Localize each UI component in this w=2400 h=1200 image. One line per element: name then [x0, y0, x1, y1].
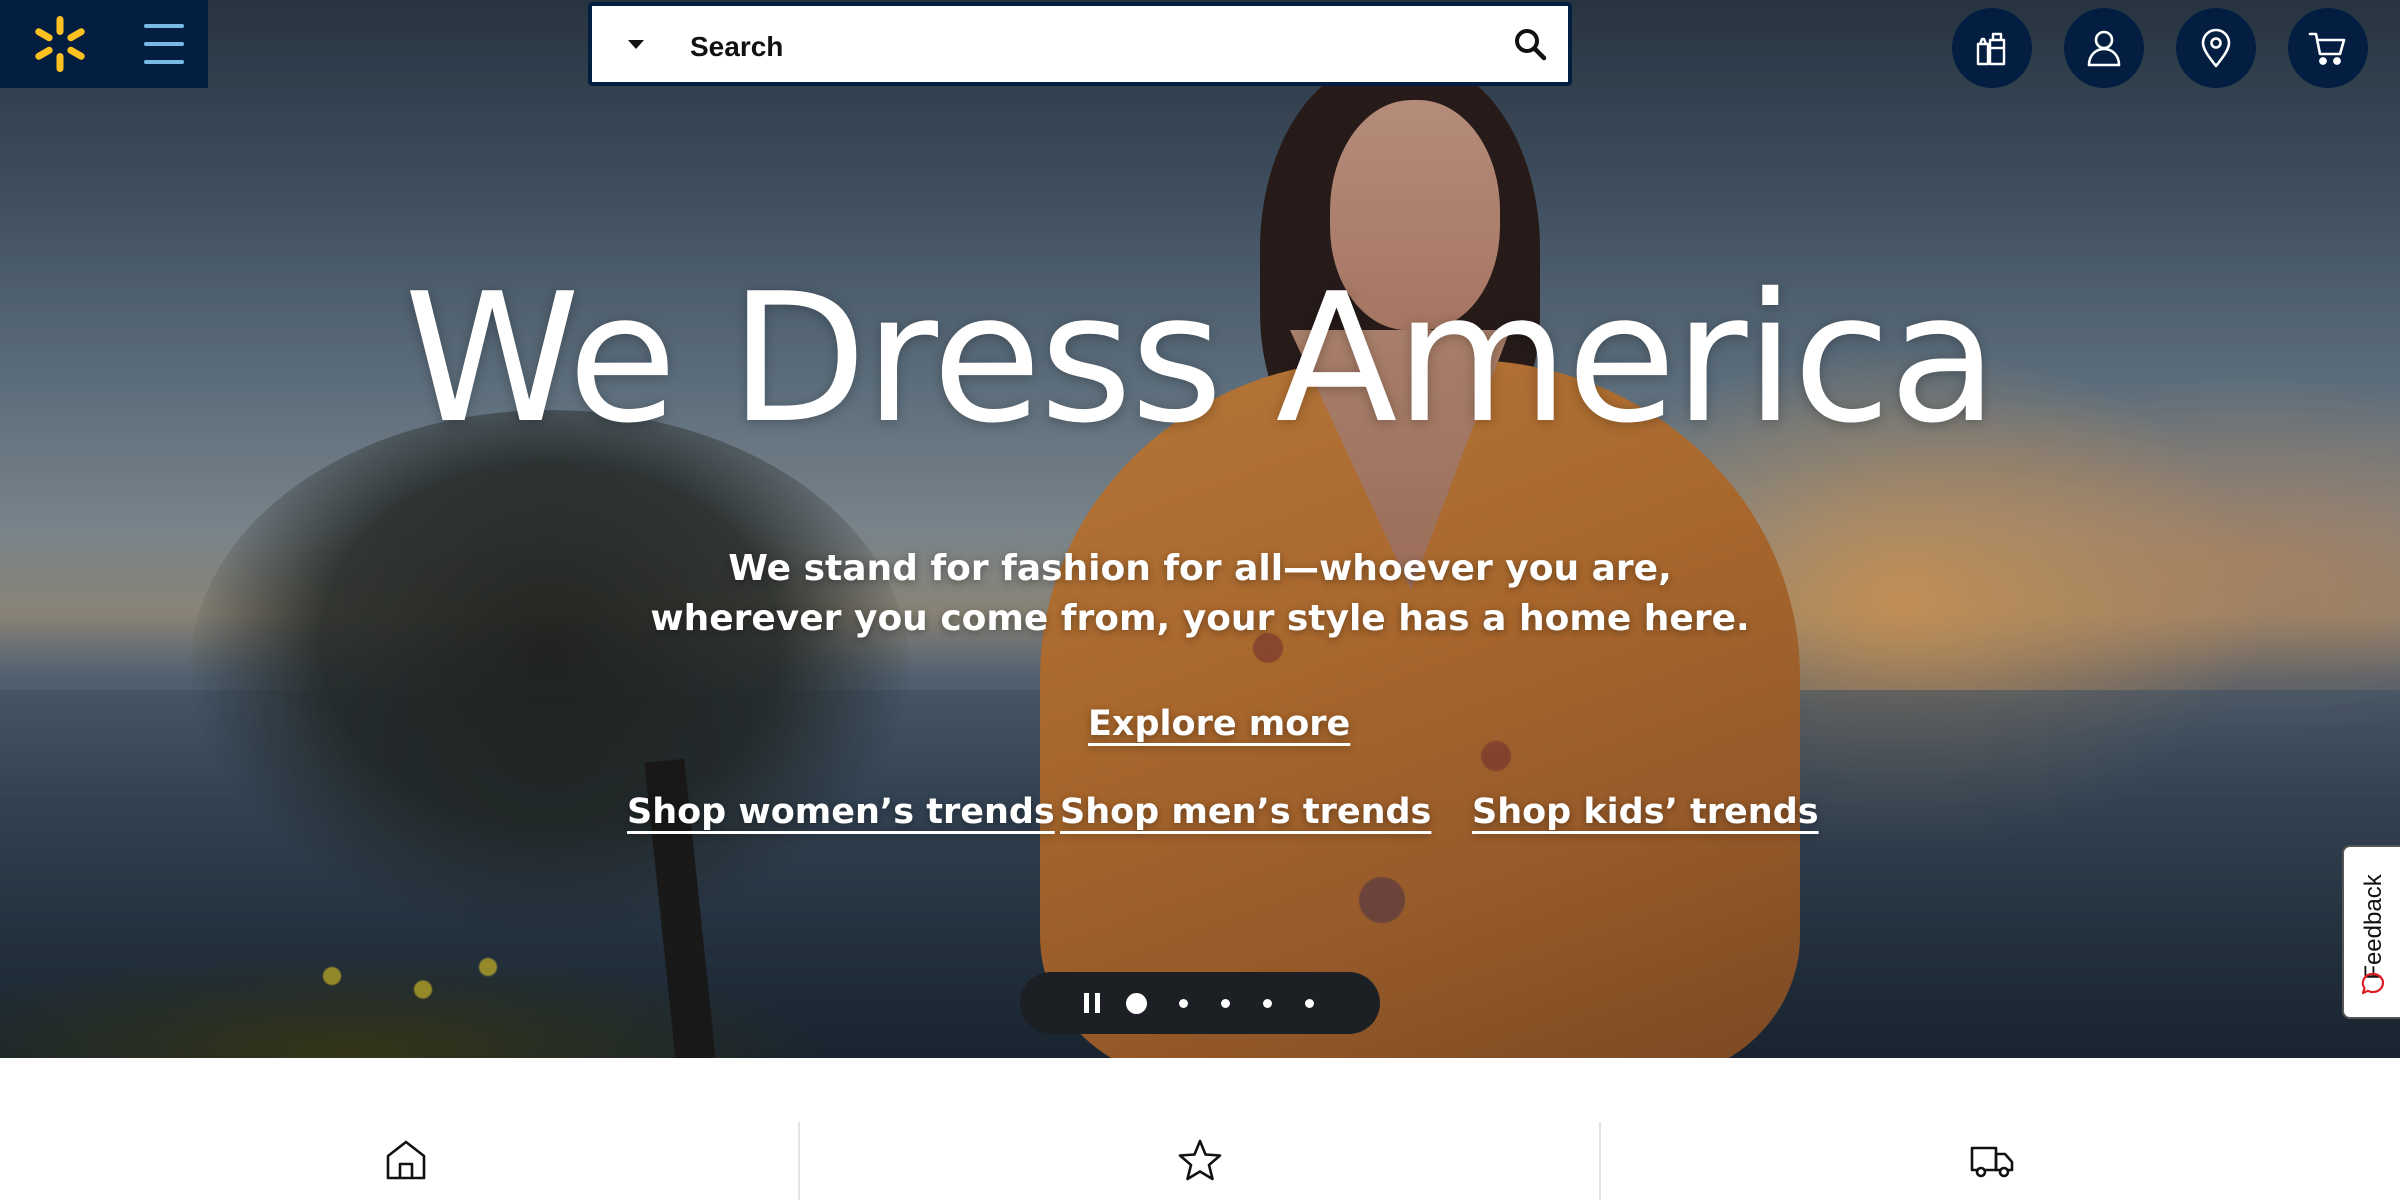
strip-divider: [798, 1122, 800, 1200]
chat-bubble-icon: [2360, 971, 2386, 997]
feedback-tab[interactable]: Feedback: [2342, 845, 2400, 1019]
hero-overlay: [0, 0, 2400, 1058]
spark-icon[interactable]: [30, 14, 90, 74]
person-icon: [2087, 30, 2121, 67]
pause-icon[interactable]: [1084, 993, 1100, 1013]
cart-button[interactable]: [2288, 8, 2368, 88]
carousel-dot-5[interactable]: [1305, 999, 1314, 1008]
carousel-dot-2[interactable]: [1179, 999, 1188, 1008]
hero-headline: We Dress America: [404, 255, 1998, 462]
carousel-dot-3[interactable]: [1221, 999, 1230, 1008]
location-pin-icon: [2201, 28, 2231, 68]
shop-kids-trends-link[interactable]: Shop kids’ trends: [1472, 792, 1819, 832]
carousel-controls: [1020, 972, 1380, 1034]
cart-icon: [2308, 32, 2346, 65]
search-bar: [588, 2, 1572, 86]
reorder-icon: [1976, 32, 2006, 66]
search-icon[interactable]: [1512, 26, 1548, 62]
star-icon[interactable]: [1176, 1136, 1224, 1184]
caret-down-icon[interactable]: [622, 30, 652, 60]
hero-subtitle-line-2: wherever you come from, your style has a…: [650, 598, 1750, 639]
store-icon[interactable]: [382, 1136, 430, 1184]
shop-womens-trends-link[interactable]: Shop women’s trends: [627, 792, 1055, 832]
hero-subtitle-line-1: We stand for fashion for all—whoever you…: [728, 548, 1672, 589]
reorder-button[interactable]: [1952, 8, 2032, 88]
hero-banner: [0, 0, 2400, 1058]
carousel-dot-4[interactable]: [1263, 999, 1272, 1008]
carousel-dot-1[interactable]: [1126, 993, 1147, 1014]
store-finder-button[interactable]: [2176, 8, 2256, 88]
strip-divider: [1599, 1122, 1601, 1200]
brand-bar: [0, 0, 208, 88]
hamburger-icon[interactable]: [140, 20, 188, 68]
account-button[interactable]: [2064, 8, 2144, 88]
search-input[interactable]: [688, 18, 1472, 76]
shop-mens-trends-link[interactable]: Shop men’s trends: [1060, 792, 1431, 832]
delivery-truck-icon[interactable]: [1968, 1136, 2016, 1184]
explore-more-link[interactable]: Explore more: [1088, 704, 1350, 744]
